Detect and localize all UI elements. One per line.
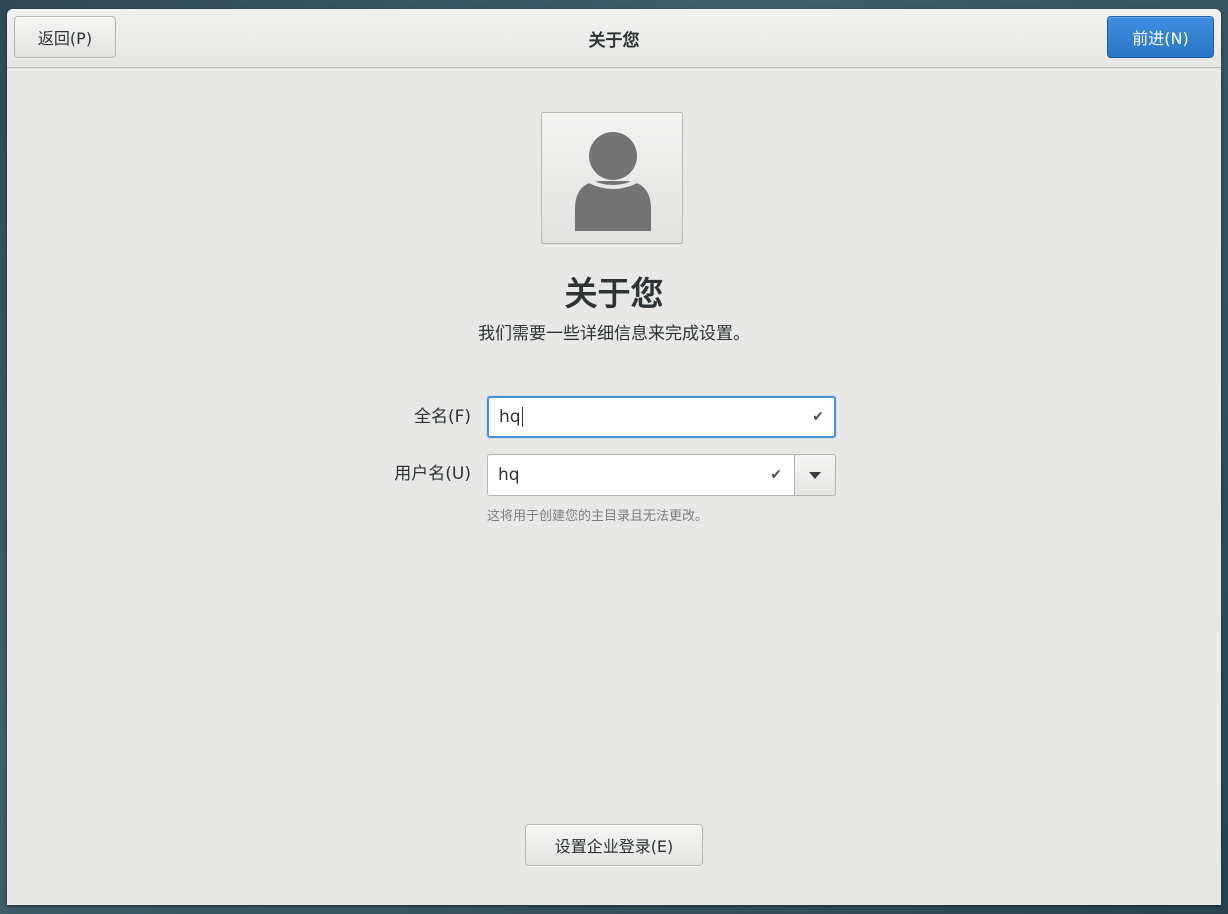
enterprise-login-button[interactable]: 设置企业登录(E) <box>525 824 703 866</box>
user-avatar-icon <box>575 132 651 231</box>
text-caret <box>521 407 523 427</box>
username-value: hq <box>498 465 520 485</box>
username-label: 用户名(U) <box>394 464 471 484</box>
username-input[interactable]: hq ✔ <box>487 454 795 496</box>
page-subtitle: 我们需要一些详细信息来完成设置。 <box>478 324 750 344</box>
check-icon: ✔ <box>812 409 824 425</box>
username-dropdown-button[interactable] <box>794 454 836 496</box>
setup-window: 关于您 返回(P) 前进(N) 关于您 我们需要一些详细信息来完成设置。 全名(… <box>7 9 1221 905</box>
back-button[interactable]: 返回(P) <box>14 16 116 58</box>
check-icon: ✔ <box>770 467 782 483</box>
header-title: 关于您 <box>588 30 640 51</box>
avatar-button[interactable] <box>541 112 683 244</box>
page-title: 关于您 <box>564 274 664 313</box>
fullname-label: 全名(F) <box>413 407 471 427</box>
header-bar: 关于您 返回(P) 前进(N) <box>7 9 1221 68</box>
fullname-input[interactable]: hq ✔ <box>487 396 836 438</box>
username-hint: 这将用于创建您的主目录且无法更改。 <box>487 509 709 524</box>
chevron-down-icon <box>809 471 821 479</box>
next-button[interactable]: 前进(N) <box>1107 16 1214 58</box>
fullname-value: hq <box>499 407 521 427</box>
